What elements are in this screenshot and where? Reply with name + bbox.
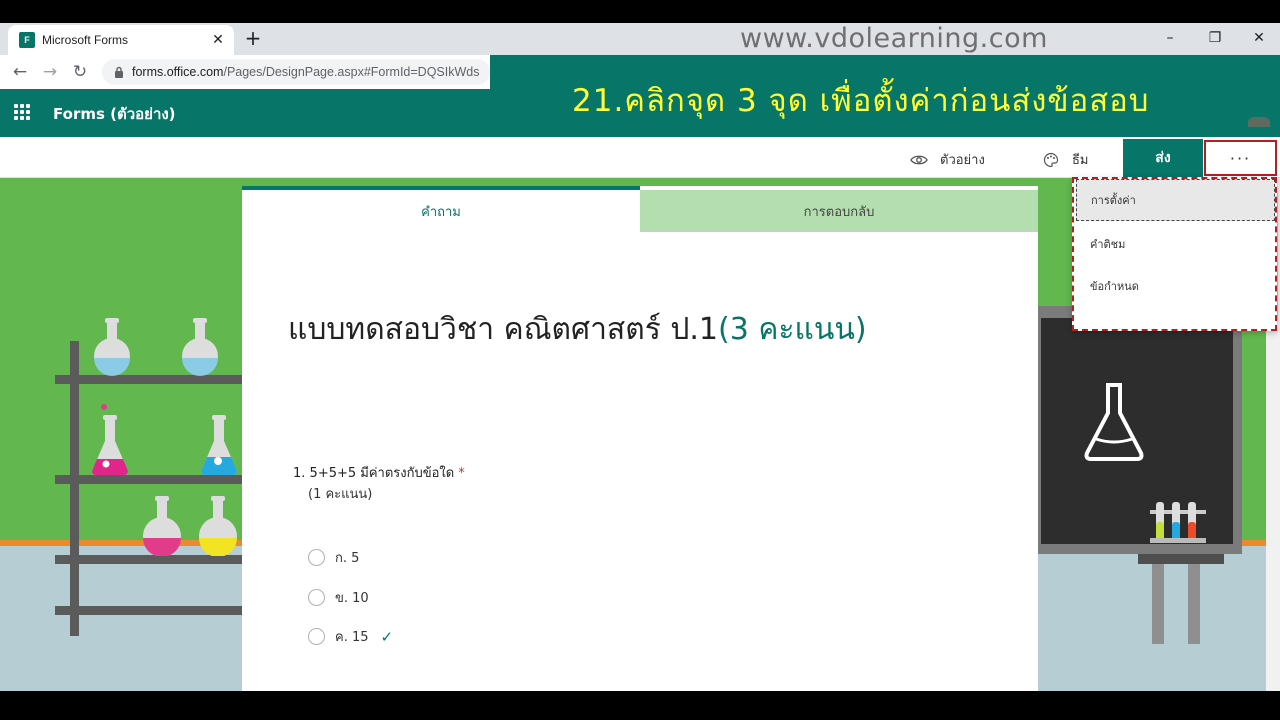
form-toolbar: ตัวอย่าง ธีม: [0, 137, 1280, 178]
close-tab-icon[interactable]: ✕: [210, 32, 226, 48]
radio-button[interactable]: [308, 628, 325, 645]
close-window-button[interactable]: ✕: [1248, 27, 1270, 49]
form-card: คำถาม การตอบกลับ แบบทดสอบวิชา คณิตศาสตร์…: [242, 186, 1038, 691]
radio-button[interactable]: [308, 549, 325, 566]
option-1[interactable]: ก. 5: [308, 547, 359, 568]
flask-yellow-icon: [199, 496, 237, 556]
tab-responses[interactable]: การตอบกลับ: [640, 190, 1038, 232]
flask-pink-icon: [92, 404, 128, 475]
minimize-button[interactable]: –: [1159, 27, 1181, 49]
browser-tab[interactable]: F Microsoft Forms ✕: [8, 25, 234, 55]
flask-blue-icon: [182, 318, 218, 376]
reload-icon[interactable]: ↻: [69, 61, 91, 83]
option-2[interactable]: ข. 10: [308, 587, 369, 608]
flask-cyan-icon: [201, 415, 237, 475]
option-label: ค. 15: [335, 630, 369, 645]
correct-answer-check-icon: ✓: [380, 627, 394, 646]
tab-strip: F Microsoft Forms ✕ + www.vdolearning.co…: [0, 23, 1280, 55]
required-mark: *: [458, 466, 465, 481]
preview-button[interactable]: ตัวอย่าง: [910, 149, 985, 170]
url-field[interactable]: forms.office.com/Pages/DesignPage.aspx#F…: [102, 59, 490, 85]
flask-blue-icon: [94, 318, 130, 376]
menu-item-feedback[interactable]: คำติชม: [1076, 223, 1275, 265]
shelf-post: [70, 341, 79, 636]
url-host: forms.office.com: [132, 65, 224, 79]
shelf-board: [55, 375, 245, 384]
theme-label: ธีม: [1072, 153, 1089, 168]
app-launcher-icon[interactable]: [14, 104, 30, 120]
shelf-board: [55, 555, 245, 564]
chalk-flask-icon: [1084, 383, 1144, 461]
shelf-board: [55, 606, 245, 615]
tab-questions[interactable]: คำถาม: [242, 186, 640, 232]
theme-button[interactable]: ธีม: [1042, 149, 1089, 170]
form-title-main: แบบทดสอบวิชา คณิตศาสตร์ ป.1: [288, 312, 719, 347]
test-tube-rack-icon: [1150, 502, 1206, 543]
watermark-text: www.vdolearning.com: [740, 23, 1048, 54]
tutorial-instruction: 21.คลิกจุด 3 จุด เพื่อตั้งค่าก่อนส่งข้อส…: [572, 83, 1150, 119]
url-path: /Pages/DesignPage.aspx#FormId=DQSIkWds: [223, 65, 480, 79]
app-title: Forms (ตัวอย่าง): [53, 105, 176, 123]
restore-button[interactable]: ❐: [1204, 27, 1226, 49]
question-points: (1 คะแนน): [308, 487, 373, 502]
tab-title: Microsoft Forms: [42, 33, 129, 47]
question-number: 1.: [293, 466, 306, 481]
address-bar-row: ← → ↻ forms.office.com/Pages/DesignPage.…: [0, 55, 492, 89]
avatar[interactable]: [1248, 117, 1270, 127]
menu-item-terms[interactable]: ข้อกำหนด: [1076, 265, 1275, 307]
form-title-points: (3 คะแนน): [718, 312, 867, 347]
palette-icon: [1042, 151, 1060, 169]
more-options-button[interactable]: ···: [1204, 140, 1277, 176]
menu-item-settings[interactable]: การตั้งค่า: [1076, 179, 1275, 221]
form-tabs: คำถาม การตอบกลับ: [242, 186, 1038, 232]
option-label: ก. 5: [335, 551, 360, 566]
lab-table-leg: [1188, 564, 1200, 644]
option-label: ข. 10: [335, 591, 369, 606]
radio-button[interactable]: [308, 589, 325, 606]
back-arrow-icon[interactable]: ←: [9, 61, 31, 83]
question-text[interactable]: 1. 5+5+5 มีค่าตรงกับข้อใด *: [293, 462, 465, 483]
url-text: forms.office.com/Pages/DesignPage.aspx#F…: [132, 65, 480, 79]
send-button[interactable]: ส่ง: [1123, 139, 1203, 177]
flask-magenta-icon: [143, 496, 181, 556]
option-3[interactable]: ค. 15 ✓: [308, 626, 393, 647]
browser-window: F Microsoft Forms ✕ + www.vdolearning.co…: [0, 23, 1280, 691]
question-label: 5+5+5 มีค่าตรงกับข้อใด: [309, 466, 455, 481]
form-title[interactable]: แบบทดสอบวิชา คณิตศาสตร์ ป.1(3 คะแนน): [288, 306, 867, 353]
lab-table-leg: [1152, 564, 1164, 644]
preview-label: ตัวอย่าง: [940, 153, 985, 168]
video-frame: F Microsoft Forms ✕ + www.vdolearning.co…: [0, 0, 1280, 720]
forms-favicon-icon: F: [19, 32, 35, 48]
eye-icon: [910, 151, 928, 169]
forward-arrow-icon[interactable]: →: [39, 61, 61, 83]
new-tab-button[interactable]: +: [243, 28, 263, 48]
more-options-menu: การตั้งค่า คำติชม ข้อกำหนด: [1072, 177, 1277, 331]
lab-table: [1138, 554, 1224, 564]
lock-icon: [114, 66, 124, 78]
